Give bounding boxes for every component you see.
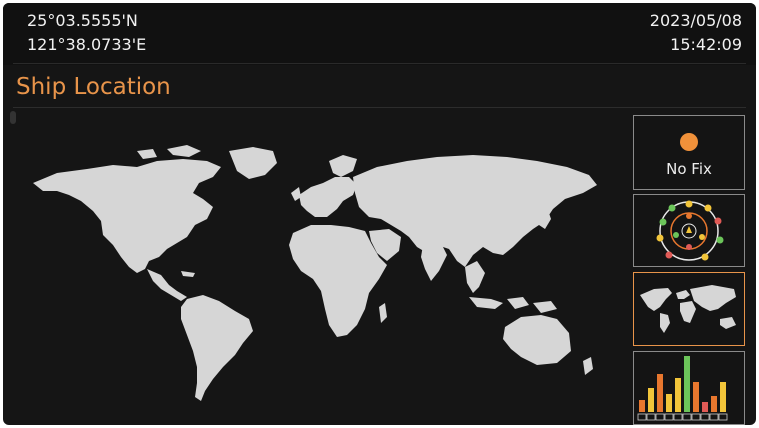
world-map-icon <box>640 285 736 333</box>
scroll-indicator <box>10 111 16 124</box>
divider <box>13 63 746 64</box>
gps-device-screen: 25°03.5555'N 121°38.0733'E 2023/05/08 15… <box>3 3 756 425</box>
status-bar: 25°03.5555'N 121°38.0733'E 2023/05/08 15… <box>3 3 756 65</box>
signal-strength-bars-icon <box>637 356 728 421</box>
time-readout: 15:42:09 <box>670 35 742 54</box>
signal-strength-button[interactable] <box>633 351 745 425</box>
world-map[interactable] <box>17 121 625 425</box>
gps-status-button[interactable]: No Fix <box>633 115 745 190</box>
latitude-readout: 25°03.5555'N <box>27 11 138 30</box>
satellite-skyview-icon <box>656 200 724 261</box>
page-title: Ship Location <box>16 74 171 100</box>
gps-fix-indicator-icon <box>680 133 698 151</box>
date-readout: 2023/05/08 <box>649 11 742 30</box>
longitude-readout: 121°38.0733'E <box>27 35 147 54</box>
satellite-skyview-button[interactable] <box>633 194 745 267</box>
gps-fix-label: No Fix <box>666 160 712 178</box>
world-map-graphic <box>33 145 597 401</box>
world-map-button[interactable] <box>633 272 745 346</box>
divider <box>13 107 746 108</box>
